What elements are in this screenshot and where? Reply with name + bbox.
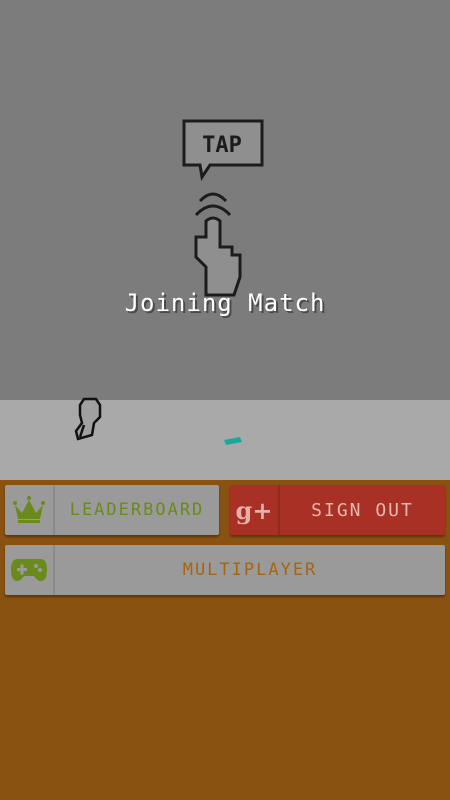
sign-out-button[interactable]: g+ SIGN OUT	[230, 485, 445, 535]
joining-match-text: Joining Match	[124, 289, 326, 317]
leaderboard-label: LEADERBOARD	[69, 500, 205, 520]
tap-bubble-text: TAP	[202, 133, 242, 158]
sign-out-label: SIGN OUT	[311, 499, 414, 521]
google-plus-icon: g+	[235, 495, 273, 525]
tap-hand-icon: TAP	[182, 119, 264, 297]
target-marker	[224, 430, 242, 445]
game-screen[interactable]: TAP Joining Match LEADERBOARD g+ SIGN OU…	[0, 0, 450, 800]
multiplayer-label: MULTIPLAYER	[182, 560, 318, 580]
leaderboard-icon-cell	[5, 485, 55, 535]
crown-icon	[13, 496, 45, 523]
player-character	[72, 395, 106, 441]
sign-out-icon-cell: g+	[230, 485, 280, 535]
multiplayer-button[interactable]: MULTIPLAYER	[5, 545, 445, 595]
leaderboard-button[interactable]: LEADERBOARD	[5, 485, 219, 535]
tap-hint: TAP	[176, 117, 272, 307]
multiplayer-icon-cell	[5, 545, 55, 595]
gamepad-icon	[11, 559, 47, 581]
